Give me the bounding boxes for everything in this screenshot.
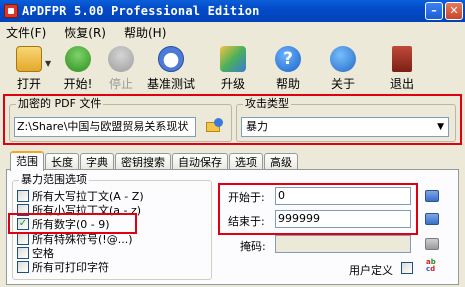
title-bar: APDFPR 5.00 Professional Edition – ✕ (0, 0, 465, 22)
user-defined-label: 用户定义 (349, 264, 393, 277)
highlight-box-range (218, 183, 418, 235)
start-button[interactable]: 开始! (57, 43, 99, 93)
file-path-field[interactable]: Z:\Share\中国与欧盟贸易关系现状 (14, 117, 196, 137)
help-icon: ? (275, 46, 301, 72)
tab-range[interactable]: 范围 (10, 151, 44, 171)
mask-input[interactable] (275, 235, 411, 253)
stop-icon (108, 46, 134, 72)
benchmark-label: 基准测试 (146, 77, 195, 91)
exit-button[interactable]: 退出 (381, 43, 423, 93)
attack-type-label: 攻击类型 (243, 97, 291, 110)
checkbox-special[interactable] (17, 233, 29, 245)
option-printable[interactable]: 所有可打印字符 (17, 260, 109, 274)
end-picker-button[interactable] (423, 211, 441, 227)
menu-help[interactable]: 帮助(H) (124, 24, 166, 41)
charset-icon (425, 238, 439, 250)
window-title: APDFPR 5.00 Professional Edition (22, 4, 260, 18)
lock-icon (214, 118, 223, 127)
option-special[interactable]: 所有特殊符号(!@...) (17, 232, 132, 246)
checkbox-uppercase[interactable] (17, 190, 29, 202)
start-picker-button[interactable] (423, 188, 441, 204)
about-label: 关于 (330, 77, 355, 91)
charset-icon (425, 213, 439, 225)
option-printable-label: 所有可打印字符 (32, 261, 109, 274)
stop-label: 停止 (108, 77, 133, 91)
attack-type-select[interactable]: 暴力 ▼ (241, 117, 449, 137)
close-button[interactable]: ✕ (445, 2, 463, 20)
stopwatch-icon (158, 46, 184, 72)
attack-type-value: 暴力 (246, 120, 268, 133)
brute-force-label: 暴力范围选项 (19, 173, 89, 186)
about-button[interactable]: 关于 (322, 43, 364, 93)
exit-door-icon (392, 46, 412, 72)
checkbox-printable[interactable] (17, 261, 29, 273)
stop-button[interactable]: 停止 (100, 43, 142, 93)
upgrade-icon (220, 46, 246, 72)
tab-strip: 范围 长度 字典 密钥搜索 自动保存 选项 高级 (10, 151, 299, 171)
charset-icon (425, 190, 439, 202)
checkbox-user-defined[interactable] (401, 262, 413, 274)
menu-bar: 文件(F) 恢复(R) 帮助(H) (0, 22, 465, 42)
option-uppercase[interactable]: 所有大写拉丁文(A - Z) (17, 189, 144, 203)
menu-file[interactable]: 文件(F) (6, 24, 46, 41)
app-icon (4, 4, 18, 18)
about-icon (330, 46, 356, 72)
menu-recovery[interactable]: 恢复(R) (64, 24, 106, 41)
mask-picker-button[interactable] (423, 236, 441, 252)
start-icon (65, 46, 91, 72)
checkbox-space[interactable] (17, 247, 29, 259)
open-button[interactable]: 打开 (8, 43, 50, 93)
start-label: 开始! (63, 77, 93, 91)
help-button[interactable]: ? 帮助 (267, 43, 309, 93)
highlight-box-digits (8, 213, 137, 234)
upgrade-label: 升级 (220, 77, 245, 91)
minimize-button[interactable]: – (425, 2, 443, 20)
open-label: 打开 (16, 77, 41, 91)
open-folder-icon (16, 46, 42, 72)
encrypted-file-label: 加密的 PDF 文件 (16, 97, 104, 110)
browse-file-button[interactable] (203, 116, 225, 138)
benchmark-button[interactable]: 基准测试 (143, 43, 199, 93)
abc-charset-icon[interactable]: ab cd (426, 259, 440, 273)
open-dropdown-arrow-icon[interactable]: ▼ (45, 43, 53, 93)
option-space[interactable]: 空格 (17, 246, 54, 260)
chevron-down-icon: ▼ (437, 122, 444, 132)
exit-label: 退出 (389, 77, 414, 91)
help-label: 帮助 (275, 77, 300, 91)
toolbar: 打开 ▼ 开始! 停止 基准测试 升级 ? 帮助 关于 退出 (0, 43, 465, 93)
upgrade-button[interactable]: 升级 (212, 43, 254, 93)
mask-label: 掩码: (240, 240, 266, 253)
